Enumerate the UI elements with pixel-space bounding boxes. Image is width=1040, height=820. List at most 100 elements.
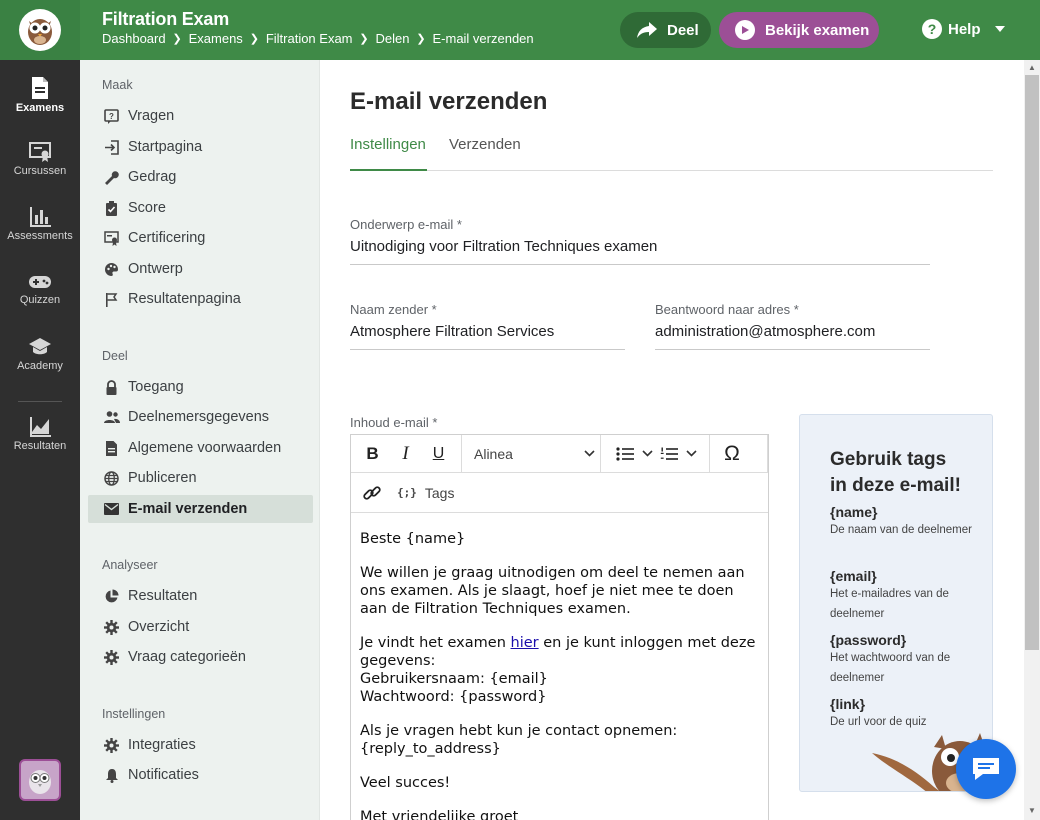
chat-button[interactable]: [956, 739, 1016, 799]
tags-button[interactable]: {;} Tags: [397, 485, 454, 501]
sidebar-item-resultatenpagina[interactable]: Resultatenpagina: [88, 285, 313, 313]
avatar[interactable]: [19, 759, 61, 801]
exam-link[interactable]: hier: [511, 635, 539, 651]
rail-label: Examens: [15, 102, 65, 114]
view-exam-button[interactable]: Bekijk examen: [719, 12, 879, 48]
globe-icon: [103, 470, 120, 487]
breadcrumb: Dashboard ❯ Examens ❯ Filtration Exam ❯ …: [102, 30, 564, 46]
sidebar-item-label: Vraag categorieën: [128, 649, 246, 665]
breadcrumb-exam[interactable]: Filtration Exam: [266, 31, 353, 46]
page-scrollbar[interactable]: ▲ ▼: [1024, 60, 1040, 820]
help-label: Help: [948, 20, 981, 38]
bar-chart-icon: [30, 207, 51, 227]
tab-verzenden[interactable]: Verzenden: [449, 136, 521, 171]
email-paragraph: We willen je graag uitnodigen om deel te…: [360, 565, 745, 617]
sidebar-item-deelnemersgegevens[interactable]: Deelnemersgegevens: [88, 403, 313, 431]
gamepad-icon: [29, 276, 51, 288]
rail-label: Resultaten: [13, 440, 67, 452]
breadcrumb-exams[interactable]: Examens: [189, 31, 243, 46]
paragraph-select[interactable]: Alinea: [462, 434, 601, 473]
owl-logo-icon: [19, 9, 61, 51]
breadcrumb-share[interactable]: Delen: [376, 31, 410, 46]
sidebar-item-label: Resultaten: [128, 588, 198, 604]
tags-help-title-line: Gebruik tags: [830, 449, 947, 470]
email-username-line: Gebruikersnaam: {email}: [360, 671, 548, 687]
tab-instellingen[interactable]: Instellingen: [350, 136, 427, 171]
sidebar-item-label: Startpagina: [128, 139, 203, 155]
email-text: {reply_to_address}: [360, 741, 501, 757]
sidebar-item-toegang[interactable]: Toegang: [88, 373, 313, 401]
rail-item-resultaten[interactable]: Resultaten: [0, 417, 80, 452]
sidebar-item-score[interactable]: Score: [88, 194, 313, 222]
bell-icon: [103, 767, 120, 784]
special-character-button[interactable]: Ω: [710, 435, 754, 473]
palette-icon: [103, 261, 120, 278]
link-icon: [363, 485, 381, 500]
rail-label: Assessments: [7, 230, 73, 242]
rail-item-examens[interactable]: Examens: [0, 77, 80, 114]
sidebar-item-algemene-voorwaarden[interactable]: Algemene voorwaarden: [88, 434, 313, 462]
share-button-label: Deel: [667, 21, 699, 39]
share-button[interactable]: Deel: [620, 12, 711, 48]
sidebar-item-publiceren[interactable]: Publiceren: [88, 464, 313, 492]
help-menu[interactable]: ? Help: [922, 19, 1005, 39]
rail-item-quizzen[interactable]: Quizzen: [0, 273, 80, 306]
breadcrumb-dashboard[interactable]: Dashboard: [102, 31, 166, 46]
special-group: Ω: [710, 434, 768, 473]
sidebar-item-integraties[interactable]: Integraties: [88, 731, 313, 759]
link-button[interactable]: [361, 473, 383, 513]
email-password-line: Wachtwoord: {password}: [360, 689, 547, 705]
sidebar-item-label: Algemene voorwaarden: [128, 440, 282, 456]
code-braces-icon: {;}: [397, 486, 417, 499]
italic-icon: I: [402, 442, 409, 464]
italic-button[interactable]: I: [389, 435, 422, 473]
subject-label: Onderwerp e-mail *: [350, 217, 462, 232]
sidebar-item-label: E-mail verzenden: [128, 501, 248, 517]
paragraph-select-value: Alinea: [474, 445, 513, 462]
sidebar-item-certificering[interactable]: Certificering: [88, 224, 313, 252]
tag-entry-password: {password} Het wachtwoord van de deelnem…: [830, 632, 980, 688]
main-nav-rail: Examens Cursussen Assessments Quizzen Ac…: [0, 60, 80, 820]
chat-bubble-icon: [973, 758, 999, 780]
scrollbar-thumb[interactable]: [1025, 75, 1039, 650]
scroll-up-icon[interactable]: ▲: [1028, 63, 1036, 72]
tags-help-title-line: in deze e-mail!: [830, 475, 961, 496]
sidebar-item-gedrag[interactable]: Gedrag: [88, 163, 313, 191]
sidebar-item-label: Notificaties: [128, 767, 199, 783]
format-group: B I U: [351, 434, 462, 473]
list-group: [601, 434, 710, 473]
underline-icon: U: [432, 444, 445, 462]
sidebar-item-vraag-categorieen[interactable]: Vraag categorieën: [88, 643, 313, 671]
logo[interactable]: [0, 0, 80, 60]
tags-help-title: Gebruik tags in deze e-mail!: [830, 447, 980, 499]
sidebar-item-vragen[interactable]: ? Vragen: [88, 102, 313, 130]
sidebar-section-title: Maak: [102, 78, 133, 92]
line-chart-icon: [30, 417, 51, 437]
sidebar-item-email-verzenden[interactable]: E-mail verzenden: [88, 495, 313, 523]
email-body[interactable]: Beste {name} We willen je graag uitnodig…: [351, 513, 768, 820]
view-exam-label: Bekijk examen: [765, 21, 870, 39]
rail-item-assessments[interactable]: Assessments: [0, 207, 80, 242]
wrench-icon: [103, 169, 120, 186]
sidebar-item-notificaties[interactable]: Notificaties: [88, 761, 313, 789]
sidebar-item-ontwerp[interactable]: Ontwerp: [88, 255, 313, 283]
envelope-icon: [103, 501, 120, 518]
scroll-down-icon[interactable]: ▼: [1028, 806, 1036, 815]
rail-item-academy[interactable]: Academy: [0, 337, 80, 372]
rail-item-cursussen[interactable]: Cursussen: [0, 142, 80, 177]
underline-button[interactable]: U: [422, 435, 455, 473]
reply-input[interactable]: administration@atmosphere.com: [655, 323, 930, 350]
sidebar-item-resultaten[interactable]: Resultaten: [88, 582, 313, 610]
bold-button[interactable]: B: [356, 435, 389, 473]
sidebar-section-title: Analyseer: [102, 558, 158, 572]
numbered-list-button[interactable]: [656, 435, 700, 473]
section-sidebar: Maak ? Vragen Startpagina Gedrag Score C…: [80, 60, 320, 820]
bullet-list-button[interactable]: [612, 435, 656, 473]
page-title-app: Filtration Exam: [102, 9, 230, 29]
sidebar-item-startpagina[interactable]: Startpagina: [88, 133, 313, 161]
sidebar-item-overzicht[interactable]: Overzicht: [88, 613, 313, 641]
sender-input[interactable]: Atmosphere Filtration Services: [350, 323, 625, 350]
reply-field: Beantwoord naar adres * administration@a…: [655, 302, 930, 350]
subject-input[interactable]: Uitnodiging voor Filtration Techniques e…: [350, 238, 930, 265]
rail-divider: [18, 401, 62, 402]
